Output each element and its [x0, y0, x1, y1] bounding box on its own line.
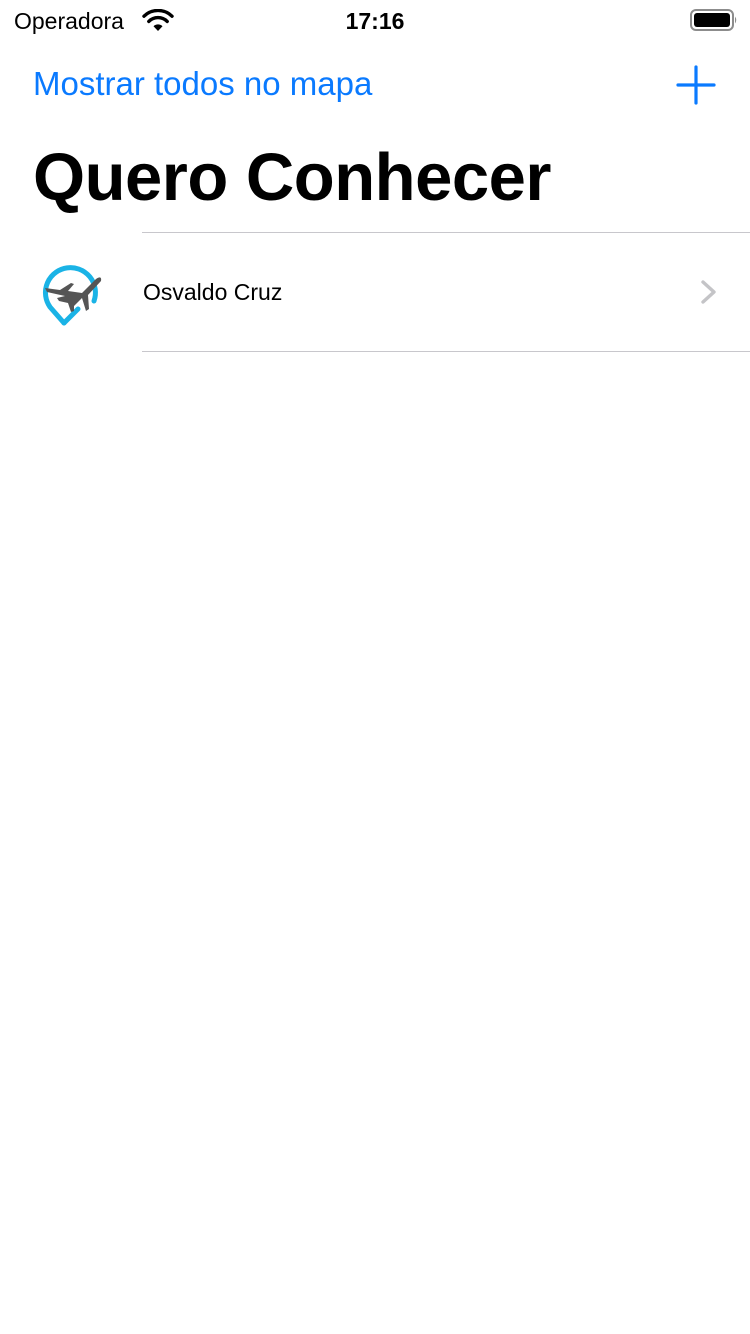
plus-icon[interactable]: [674, 63, 718, 107]
status-bar: Operadora 17:16: [0, 0, 750, 40]
show-all-on-map-button[interactable]: Mostrar todos no mapa: [33, 65, 372, 103]
page-title: Quero Conhecer: [33, 140, 551, 215]
chevron-right-icon: [701, 280, 716, 304]
list-item-label: Osvaldo Cruz: [143, 279, 283, 305]
navigation-bar: Mostrar todos no mapa: [0, 55, 750, 115]
list-separator: [142, 351, 750, 352]
list-item[interactable]: Osvaldo Cruz: [0, 233, 750, 351]
battery-icon: [690, 9, 737, 31]
clock: 17:16: [345, 8, 405, 34]
plane-pin-icon: [42, 265, 102, 326]
